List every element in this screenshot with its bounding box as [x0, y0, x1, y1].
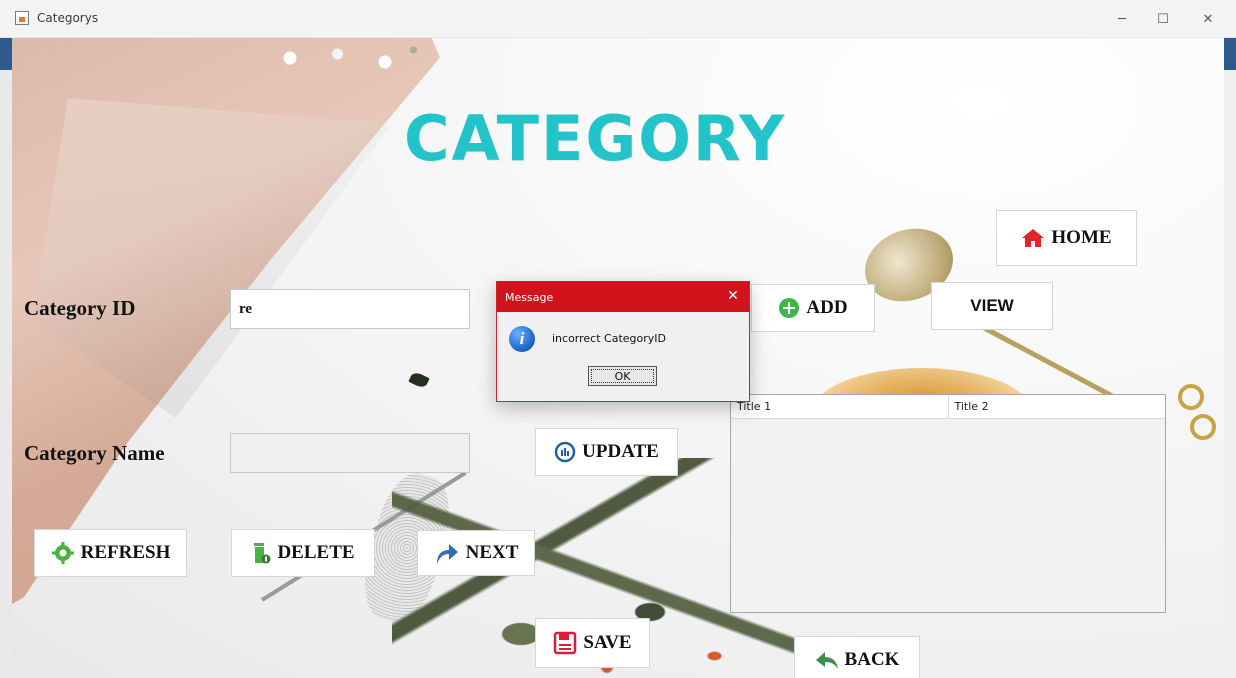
delete-button-label: DELETE	[277, 542, 355, 563]
window-titlebar: Categorys ─ ☐ ✕	[0, 0, 1236, 38]
delete-button[interactable]: DELETE	[231, 529, 375, 577]
back-button[interactable]: BACK	[794, 636, 920, 678]
gear-refresh-icon	[51, 541, 75, 565]
update-button[interactable]: UPDATE	[535, 428, 678, 476]
save-button-label: SAVE	[583, 632, 632, 653]
plus-circle-icon	[778, 297, 800, 319]
minimize-button[interactable]: ─	[1104, 6, 1140, 32]
dialog-titlebar: Message ✕	[497, 282, 749, 312]
update-icon	[554, 441, 576, 463]
forward-arrow-icon	[434, 540, 460, 566]
back-button-label: BACK	[844, 649, 900, 670]
add-button-label: ADD	[806, 297, 848, 318]
window-edge-left	[0, 38, 12, 678]
home-button-label: HOME	[1051, 227, 1112, 248]
save-button[interactable]: SAVE	[535, 618, 650, 668]
window-title: Categorys	[37, 11, 99, 25]
update-button-label: UPDATE	[582, 441, 659, 462]
close-window-button[interactable]: ✕	[1190, 6, 1226, 32]
dialog-ok-button[interactable]: OK	[588, 366, 657, 386]
refresh-button[interactable]: REFRESH	[34, 529, 187, 577]
next-button-label: NEXT	[465, 542, 519, 563]
refresh-button-label: REFRESH	[80, 542, 171, 563]
view-button-label: VIEW	[970, 296, 1014, 315]
background-leaf	[408, 370, 430, 390]
maximize-button[interactable]: ☐	[1145, 6, 1181, 32]
view-button[interactable]: VIEW	[931, 282, 1053, 330]
house-icon	[1021, 228, 1045, 248]
window-edge-right	[1224, 38, 1236, 678]
java-app-icon	[15, 11, 29, 25]
floppy-disk-icon	[553, 631, 577, 655]
home-button[interactable]: HOME	[996, 210, 1137, 266]
background-ring	[1178, 384, 1204, 410]
category-id-input[interactable]	[230, 289, 470, 329]
category-id-label: Category ID	[24, 296, 136, 320]
reply-arrow-icon	[815, 650, 839, 670]
category-table[interactable]: Title 1 Title 2	[730, 394, 1166, 613]
background-ring	[1190, 414, 1216, 440]
message-dialog: Message ✕ i incorrect CategoryID OK	[496, 281, 750, 402]
dialog-title: Message	[505, 290, 554, 304]
category-name-input[interactable]	[230, 433, 470, 473]
page-title: CATEGORY	[404, 102, 787, 175]
info-icon: i	[509, 326, 535, 352]
add-button[interactable]: ADD	[751, 284, 875, 332]
next-button[interactable]: NEXT	[417, 530, 535, 576]
dialog-close-button[interactable]: ✕	[725, 288, 741, 304]
trash-icon	[251, 541, 271, 565]
table-column-title-2[interactable]: Title 2	[949, 395, 1166, 418]
table-header: Title 1 Title 2	[731, 395, 1165, 419]
category-name-label: Category Name	[24, 441, 165, 465]
table-column-title-1[interactable]: Title 1	[731, 395, 949, 418]
dialog-message: incorrect CategoryID	[552, 332, 667, 345]
background-flowers	[252, 38, 442, 78]
